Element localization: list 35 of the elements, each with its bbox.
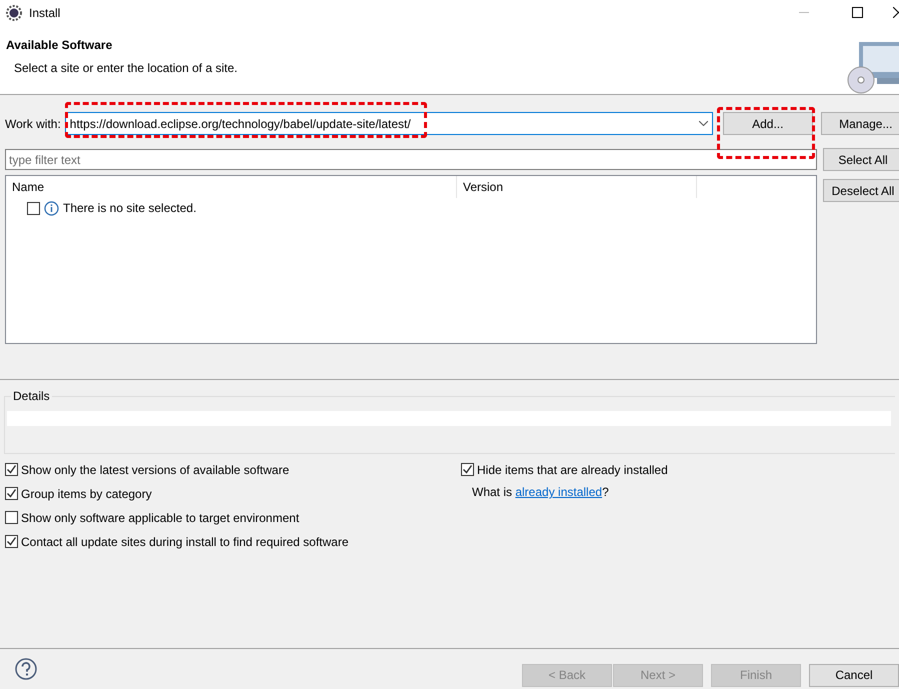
checkbox[interactable]	[461, 463, 474, 476]
page-subtitle: Select a site or enter the location of a site.	[13, 61, 238, 75]
help-icon[interactable]	[15, 658, 37, 680]
close-icon[interactable]	[893, 7, 899, 18]
option-label: Group items by category	[21, 486, 152, 500]
field-value: https://download.eclipse.org/technology/babel/update-site/latest/	[70, 116, 411, 130]
selection-button[interactable]: Deselect All	[823, 179, 899, 202]
details-label: Details	[11, 389, 52, 403]
column-header[interactable]: Version	[457, 176, 697, 198]
wizard-button[interactable]: Cancel	[809, 664, 899, 686]
option-label: Hide items that are already installed	[477, 462, 668, 476]
already-installed-link[interactable]: already installed	[515, 485, 602, 499]
option-label: Show only the latest versions of available software	[21, 462, 290, 476]
dropdown-icon	[698, 121, 708, 126]
checkbox[interactable]	[5, 487, 18, 500]
checkbox[interactable]	[27, 202, 40, 214]
selection-button[interactable]: Select All	[823, 148, 899, 171]
option-label: Show only software applicable to target environment	[21, 510, 300, 524]
maximize-icon[interactable]	[852, 7, 862, 18]
work-with-label: Work with:	[5, 116, 61, 130]
checkbox[interactable]	[5, 535, 18, 548]
installed-hint: What is already installed?	[471, 485, 610, 501]
site-button[interactable]: Add...	[722, 112, 813, 135]
site-button[interactable]: Manage...	[820, 112, 899, 135]
gear-icon	[6, 4, 22, 20]
window-title: Install	[29, 6, 62, 20]
page-title: Available Software	[6, 38, 114, 52]
row-text: There is no site selected.	[63, 201, 196, 215]
option-label: Contact all update sites during install to find required software	[21, 534, 349, 548]
column-header[interactable]: Name	[6, 176, 457, 198]
checkbox[interactable]	[5, 511, 18, 524]
work-with-field[interactable]: https://download.eclipse.org/technology/babel/update-site/latest/	[64, 112, 713, 135]
checkbox[interactable]	[5, 463, 18, 476]
filter-field[interactable]: type filter text	[5, 149, 817, 170]
info-icon	[44, 200, 59, 216]
